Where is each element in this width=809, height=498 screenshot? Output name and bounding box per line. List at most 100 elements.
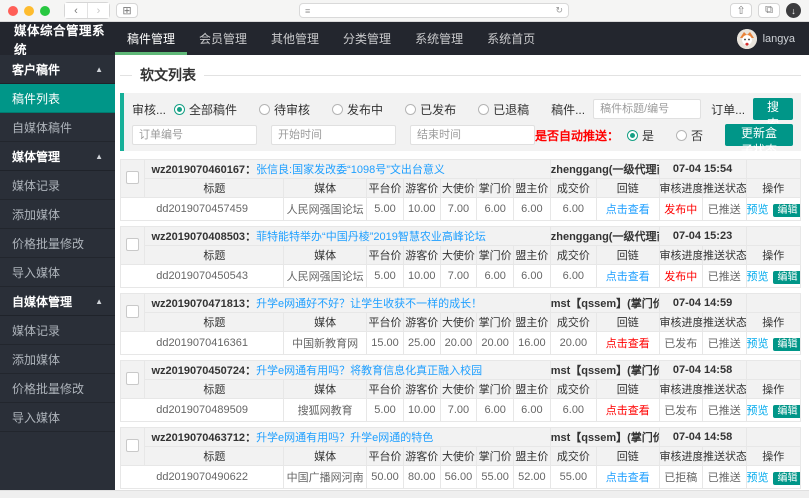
tabs-icon[interactable]: ⧉ xyxy=(758,3,780,18)
address-bar[interactable]: ≡ ↻ xyxy=(299,3,569,18)
sidebar-item-0-1[interactable]: 自媒体稿件 xyxy=(0,113,115,142)
preview-button[interactable]: 预览 xyxy=(747,338,768,350)
status-radio-0[interactable]: 全部稿件 xyxy=(174,101,237,118)
col-header-visitor-price: 游客价 xyxy=(402,379,441,399)
user-area[interactable]: langya xyxy=(736,22,809,55)
col-header-backlink: 回链 xyxy=(595,245,660,265)
col-header-ambassador-price: 大使价 xyxy=(439,446,478,466)
nav-item-4[interactable]: 系统管理 xyxy=(403,22,475,55)
article-title-link[interactable]: 升学e网通好不好？让学生收获不一样的成长！ xyxy=(256,298,482,310)
sidebar: 客户稿件 ▲ 稿件列表 自媒体稿件 媒体管理 ▲ 媒体记录 添加媒体 价格批量修改 导入媒体 自媒体… xyxy=(0,55,115,490)
auto-push-radio-0[interactable]: 是 xyxy=(627,127,654,144)
edit-button[interactable]: 编辑 xyxy=(772,271,800,284)
visitor-price: 10.00 xyxy=(402,398,441,422)
nav-item-1[interactable]: 会员管理 xyxy=(187,22,259,55)
preview-button[interactable]: 预览 xyxy=(747,271,768,283)
article-title-link[interactable]: 升学e网通有用吗？将教育信息化真正融入校园 xyxy=(256,365,482,377)
media-name: 人民网强国论坛 xyxy=(283,264,368,288)
zoom-window-button[interactable] xyxy=(40,5,50,16)
nav-item-3[interactable]: 分类管理 xyxy=(331,22,403,55)
sub-order-id: dd2019070450543 xyxy=(119,264,285,288)
sidebar-item-2-1[interactable]: 添加媒体 xyxy=(0,345,115,374)
col-header-backlink: 回链 xyxy=(595,178,660,198)
article-keyword-input[interactable] xyxy=(593,99,702,119)
article-checkbox[interactable] xyxy=(126,237,140,251)
status-radio-3[interactable]: 已发布 xyxy=(405,101,456,118)
article-checkbox[interactable] xyxy=(126,371,140,385)
user-avatar xyxy=(736,28,757,49)
col-header-title: 标题 xyxy=(144,446,285,466)
nav-item-5[interactable]: 系统首页 xyxy=(475,22,547,55)
view-backlink[interactable]: 点击查看 xyxy=(606,472,650,484)
status-radio-2[interactable]: 发布中 xyxy=(332,101,383,118)
edit-button[interactable]: 编辑 xyxy=(772,405,800,418)
close-window-button[interactable] xyxy=(8,5,18,16)
preview-button[interactable]: 预览 xyxy=(747,472,768,484)
sidebar-item-1-3[interactable]: 导入媒体 xyxy=(0,258,115,287)
edit-button[interactable]: 编辑 xyxy=(772,338,800,351)
preview-button[interactable]: 预览 xyxy=(747,405,768,417)
status-radio-4[interactable]: 已退稿 xyxy=(478,101,529,118)
audit-status: 已拒稿 xyxy=(658,465,704,489)
browser-back-button[interactable]: ‹ xyxy=(65,3,87,18)
col-header-master-price: 掌门价 xyxy=(476,245,515,265)
order-number-input[interactable] xyxy=(132,125,257,145)
article-header: wz2019070408503：菲特能特举办“中国丹棱”2019智慧农业高峰论坛 xyxy=(144,226,551,246)
article-checkbox[interactable] xyxy=(126,170,140,184)
browser-sidebar-button[interactable]: ⊞ xyxy=(116,3,138,18)
ambassador-price: 56.00 xyxy=(439,465,478,489)
order-id: wz2019070463712 xyxy=(151,432,246,444)
reader-icon[interactable]: ≡ xyxy=(305,6,310,16)
sidebar-item-2-2[interactable]: 价格批量修改 xyxy=(0,374,115,403)
update-box-status-button[interactable]: 更新盒子状态 xyxy=(725,124,793,157)
nav-item-0[interactable]: 稿件管理 xyxy=(115,22,188,55)
article-checkbox[interactable] xyxy=(126,438,140,452)
edit-button[interactable]: 编辑 xyxy=(772,204,800,217)
edit-button[interactable]: 编辑 xyxy=(772,472,800,485)
id-title-separator: ： xyxy=(245,432,257,444)
browser-forward-button[interactable]: › xyxy=(87,3,109,18)
article-title-link[interactable]: 菲特能特举办“中国丹棱”2019智慧农业高峰论坛 xyxy=(256,231,486,243)
article-block: wz2019070471813：升学e网通好不好？让学生收获不一样的成长！ ms… xyxy=(119,293,802,355)
end-time-input[interactable] xyxy=(410,125,535,145)
auto-push-radio-1[interactable]: 否 xyxy=(676,127,703,144)
preview-button[interactable]: 预览 xyxy=(747,204,768,216)
nav-item-2[interactable]: 其他管理 xyxy=(259,22,331,55)
platform-price: 5.00 xyxy=(366,398,404,422)
sidebar-item-2-3[interactable]: 导入媒体 xyxy=(0,403,115,432)
article-checkbox[interactable] xyxy=(126,304,140,318)
col-header-actions: 操作 xyxy=(745,312,802,332)
article-title-link[interactable]: 张信良:国家发改委“1098号”文出台意义 xyxy=(256,164,445,176)
view-backlink[interactable]: 点击查看 xyxy=(606,338,650,350)
main-content: 软文列表 审核... 全部稿件待审核发布中已发布已退稿 稿件... 订单... … xyxy=(115,55,809,490)
col-header-platform-price: 平台价 xyxy=(366,446,404,466)
sidebar-item-2-0[interactable]: 媒体记录 xyxy=(0,316,115,345)
checkbox-cell xyxy=(119,360,146,399)
leader-price: 6.00 xyxy=(513,398,551,422)
share-icon[interactable]: ⇧ xyxy=(730,3,752,18)
col-header-title: 标题 xyxy=(144,178,285,198)
sidebar-group-1[interactable]: 媒体管理 ▲ xyxy=(0,142,115,171)
col-header-title: 标题 xyxy=(144,245,285,265)
download-icon[interactable]: ↓ xyxy=(786,3,801,18)
view-backlink[interactable]: 点击查看 xyxy=(606,204,650,216)
sidebar-item-1-1[interactable]: 添加媒体 xyxy=(0,200,115,229)
minimize-window-button[interactable] xyxy=(24,5,34,16)
sidebar-item-1-2[interactable]: 价格批量修改 xyxy=(0,229,115,258)
status-radio-1[interactable]: 待审核 xyxy=(259,101,310,118)
sidebar-group-2[interactable]: 自媒体管理 ▲ xyxy=(0,287,115,316)
view-backlink[interactable]: 点击查看 xyxy=(606,271,650,283)
col-header-platform-price: 平台价 xyxy=(366,312,404,332)
search-button[interactable]: 搜索 xyxy=(753,98,793,131)
band-empty-cell xyxy=(745,360,802,380)
sidebar-item-1-0[interactable]: 媒体记录 xyxy=(0,171,115,200)
radio-icon xyxy=(676,129,688,141)
view-backlink[interactable]: 点击查看 xyxy=(606,405,650,417)
sidebar-item-0-0[interactable]: 稿件列表 xyxy=(0,84,115,113)
start-time-input[interactable] xyxy=(271,125,396,145)
refresh-icon[interactable]: ↻ xyxy=(555,5,563,16)
sidebar-group-0[interactable]: 客户稿件 ▲ xyxy=(0,55,115,84)
sub-order-id: dd2019070457459 xyxy=(119,197,285,221)
article-title-link[interactable]: 升学e网通有用吗？升学e网通的特色 xyxy=(256,432,433,444)
browser-chrome: ‹ › ⊞ ≡ ↻ ⇧ ⧉ ↓ xyxy=(0,0,809,22)
